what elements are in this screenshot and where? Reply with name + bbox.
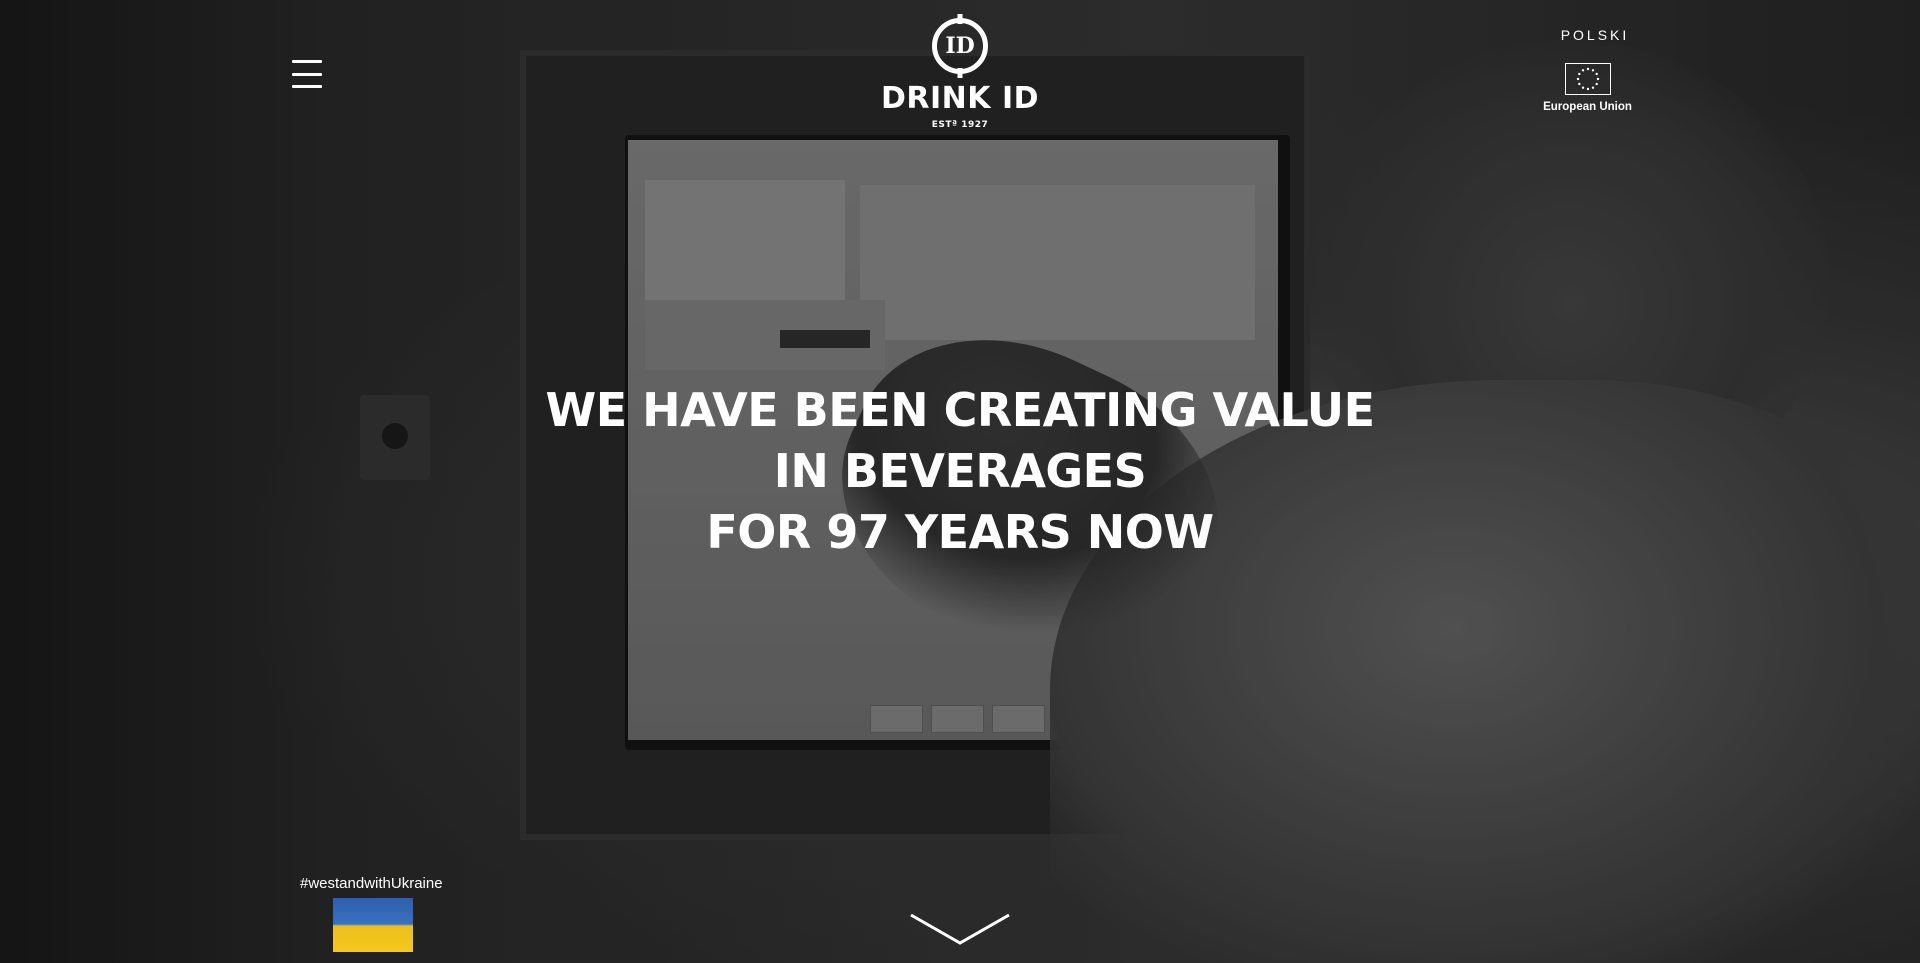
eu-stars-flag-icon	[1564, 63, 1611, 95]
eu-badge-label: European Union	[1543, 101, 1632, 113]
headline-line: FOR 97 YEARS NOW	[706, 505, 1214, 559]
ukraine-hashtag: #westandwithUkraine	[300, 875, 443, 892]
headline-line: IN BEVERAGES	[773, 444, 1147, 498]
headline-line: WE HAVE BEEN CREATING VALUE	[545, 383, 1375, 437]
logo-name: DRINK ID	[880, 81, 1040, 116]
chevron-down-icon[interactable]	[910, 912, 1010, 946]
site-logo[interactable]: ID DRINK ID ESTª 1927	[880, 18, 1040, 133]
eu-badge[interactable]: European Union	[1540, 63, 1635, 113]
ukraine-flag-icon	[333, 898, 413, 952]
hamburger-menu-icon[interactable]	[292, 60, 322, 88]
language-switch-link[interactable]: POLSKI	[1560, 27, 1630, 43]
logo-mark-icon: ID	[932, 18, 988, 74]
hero-section: ID DRINK ID ESTª 1927 POLSKI European Un…	[0, 0, 1920, 963]
ukraine-support-badge[interactable]: #westandwithUkraine	[300, 875, 450, 952]
hero-headline: WE HAVE BEEN CREATING VALUE IN BEVERAGES…	[460, 380, 1460, 563]
logo-established: ESTª 1927	[931, 120, 989, 130]
